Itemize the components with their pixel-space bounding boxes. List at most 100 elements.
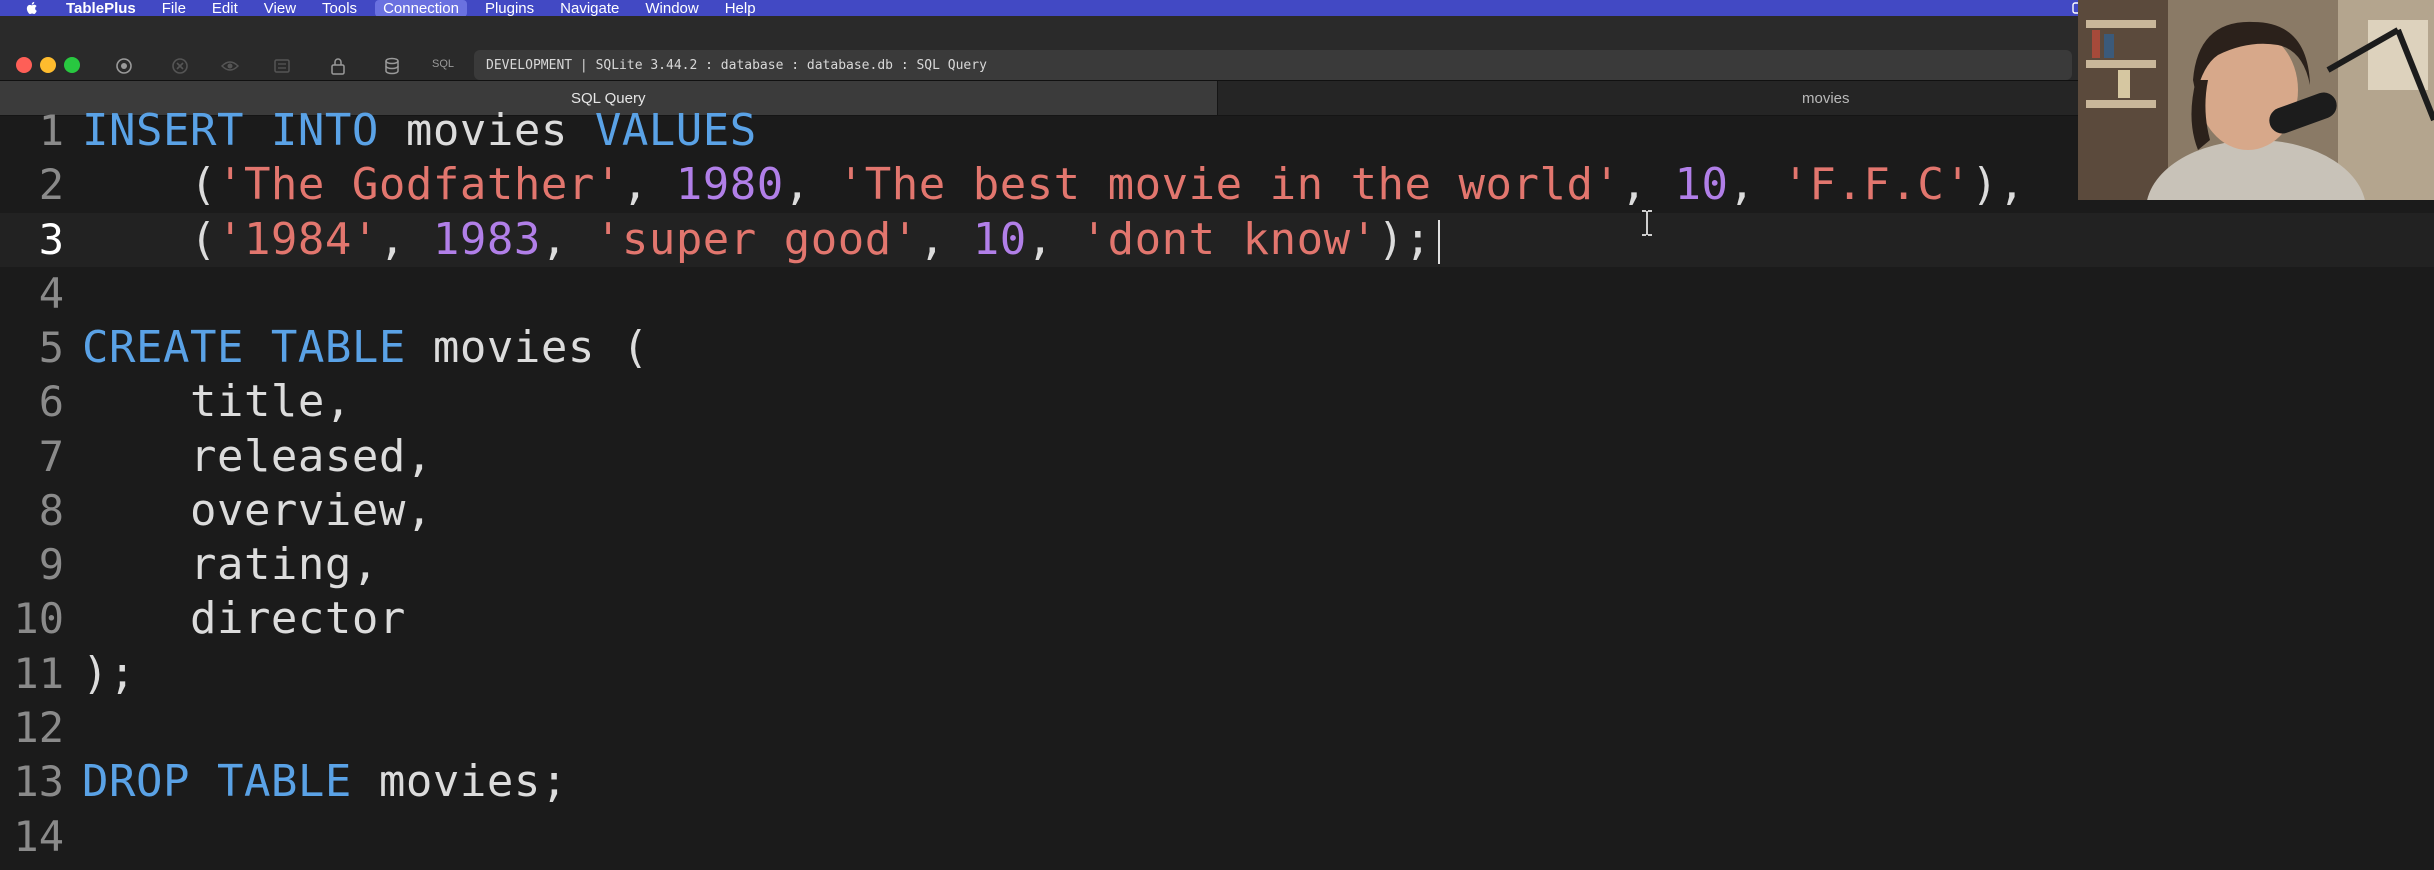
code-text: director: [82, 592, 406, 646]
code-text: ('1984', 1983, 'super good', 10, 'dont k…: [82, 213, 1440, 267]
line-number: 4: [38, 268, 64, 318]
code-line[interactable]: 10 director: [0, 592, 2434, 646]
close-window-button[interactable]: [16, 57, 32, 73]
code-text: );: [82, 647, 136, 701]
code-text: overview,: [82, 484, 433, 538]
connection-status-icon[interactable]: [114, 56, 134, 76]
code-token: 'super good': [594, 213, 919, 265]
code-token: 'dont know': [1080, 213, 1378, 265]
preview-eye-icon[interactable]: [220, 56, 240, 76]
code-token: 1980: [675, 159, 784, 211]
code-text: DROP TABLE movies;: [82, 755, 568, 809]
code-line[interactable]: 13 DROP TABLE movies;: [0, 755, 2434, 809]
code-token: ,: [1026, 213, 1081, 265]
code-line[interactable]: 12: [0, 701, 2434, 755]
code-line[interactable]: 1 INSERT INTO movies VALUES: [0, 104, 2434, 158]
code-text: title,: [82, 375, 352, 429]
window-toolbar: SQL DEVELOPMENT | SQLite 3.44.2 : databa…: [0, 16, 2434, 81]
code-token: 10: [1674, 159, 1729, 211]
webcam-video: [2078, 0, 2434, 200]
code-token: 'The best movie in the world': [837, 159, 1621, 211]
code-text: INSERT INTO movies VALUES: [82, 104, 757, 158]
stop-icon[interactable]: [170, 56, 190, 76]
code-text: CREATE TABLE movies (: [82, 321, 649, 375]
line-number: 2: [38, 160, 64, 210]
connection-info-text: DEVELOPMENT | SQLite 3.44.2 : database :…: [486, 57, 987, 73]
code-text: rating,: [82, 538, 379, 592]
code-text: released,: [82, 430, 433, 484]
menu-tools[interactable]: Tools: [322, 0, 357, 17]
code-line[interactable]: 3 ('1984', 1983, 'super good', 10, 'dont…: [0, 212, 2434, 267]
code-token: INSERT INTO: [82, 105, 379, 156]
code-line[interactable]: 5 CREATE TABLE movies (: [0, 321, 2434, 375]
history-icon[interactable]: [272, 56, 292, 76]
webcam-overlay: [2078, 0, 2434, 200]
line-number: 9: [38, 540, 64, 590]
sql-editor-button[interactable]: SQL: [432, 58, 454, 70]
menu-app-name[interactable]: TablePlus: [66, 0, 136, 17]
menu-plugins[interactable]: Plugins: [485, 0, 534, 17]
code-token: );: [82, 647, 136, 699]
menu-bar: TablePlus File Edit View Tools Connectio…: [0, 0, 2434, 17]
code-token: ,: [783, 159, 838, 211]
line-number: 3: [38, 214, 64, 264]
code-token: '1984': [216, 213, 379, 265]
code-token: ),: [1971, 159, 2026, 211]
code-token: DROP TABLE: [82, 756, 352, 808]
code-token: title,: [82, 376, 352, 428]
minimize-window-button[interactable]: [40, 57, 56, 73]
lock-icon[interactable]: [328, 56, 348, 76]
connection-info-bar[interactable]: DEVELOPMENT | SQLite 3.44.2 : database :…: [474, 50, 2072, 80]
text-caret: [1437, 219, 1440, 264]
code-token: movies;: [351, 756, 568, 808]
sql-editor[interactable]: 1 INSERT INTO movies VALUES 2 ('The Godfat…: [0, 105, 2434, 870]
code-token: movies: [378, 105, 595, 156]
ibeam-cursor-icon: [1642, 210, 1652, 236]
zoom-window-button[interactable]: [64, 57, 80, 73]
menu-connection[interactable]: Connection: [375, 0, 467, 17]
code-token: 'The Godfather': [216, 159, 622, 211]
code-token: ,: [540, 213, 595, 265]
code-token: rating,: [82, 539, 379, 591]
code-token: VALUES: [594, 105, 757, 156]
line-number: 1: [38, 106, 64, 155]
code-token: 10: [972, 213, 1027, 265]
menu-view[interactable]: View: [264, 0, 296, 17]
line-number: 8: [38, 485, 64, 535]
line-number: 10: [13, 594, 64, 644]
menu-file[interactable]: File: [162, 0, 186, 17]
code-line[interactable]: 11);: [0, 647, 2434, 701]
menu-edit[interactable]: Edit: [212, 0, 238, 17]
code-token: ,: [918, 213, 973, 265]
code-line[interactable]: 8 overview,: [0, 484, 2434, 538]
database-icon[interactable]: [382, 56, 402, 76]
code-token: 1983: [432, 213, 541, 265]
code-token: ,: [1728, 159, 1783, 211]
code-token: (: [82, 213, 217, 265]
line-number: 12: [13, 703, 64, 752]
code-token: director: [82, 593, 406, 645]
line-number: 6: [38, 377, 64, 427]
code-line[interactable]: 2 ('The Godfather', 1980, 'The best movi…: [0, 158, 2434, 212]
code-line[interactable]: 9 rating,: [0, 538, 2434, 592]
code-token: (: [82, 159, 217, 211]
line-number: 13: [13, 757, 64, 807]
menu-navigate[interactable]: Navigate: [560, 0, 619, 17]
code-token: ,: [1620, 159, 1675, 211]
code-token: 'F.F.C': [1782, 159, 1972, 211]
line-number: 7: [38, 431, 64, 481]
line-number: 11: [13, 648, 64, 698]
code-line[interactable]: 6 title,: [0, 375, 2434, 429]
code-text: ('The Godfather', 1980, 'The best movie …: [82, 158, 2025, 212]
line-number: 14: [13, 811, 64, 861]
menu-help[interactable]: Help: [725, 0, 756, 17]
code-line[interactable]: 7 released,: [0, 430, 2434, 484]
line-number: 5: [38, 323, 64, 373]
code-token: movies (: [405, 322, 649, 374]
code-line[interactable]: 4: [0, 267, 2434, 321]
code-token: ,: [621, 159, 676, 211]
code-line[interactable]: 14: [0, 810, 2434, 864]
code-token: );: [1377, 213, 1432, 265]
menu-window[interactable]: Window: [645, 0, 698, 17]
apple-icon[interactable]: [24, 0, 40, 16]
